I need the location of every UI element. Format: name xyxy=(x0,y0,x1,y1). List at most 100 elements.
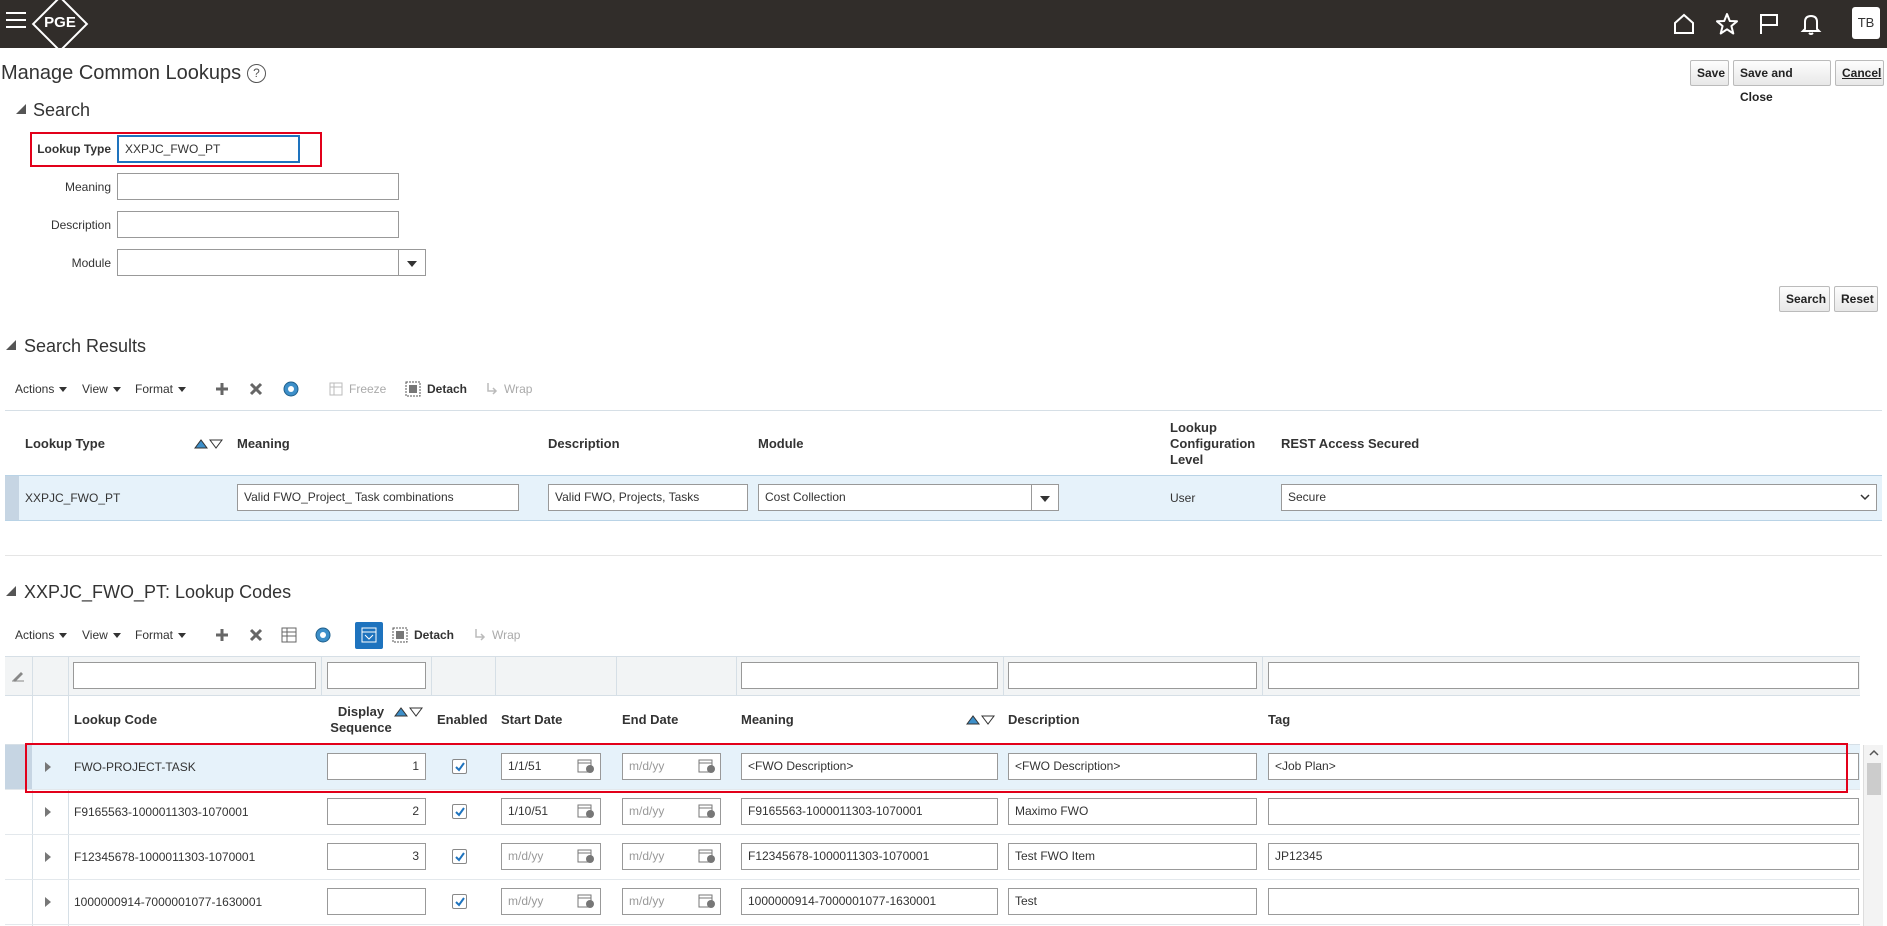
col-enabled[interactable]: Enabled xyxy=(437,712,488,727)
star-icon[interactable] xyxy=(1713,10,1741,38)
col-lookup-code[interactable]: Lookup Code xyxy=(74,712,157,727)
col-description[interactable]: Description xyxy=(1008,712,1080,727)
calendar-icon[interactable] xyxy=(577,848,595,864)
collapse-search-icon[interactable] xyxy=(16,104,26,114)
query-by-example-icon[interactable] xyxy=(282,380,300,398)
hamburger-menu-icon[interactable] xyxy=(6,12,26,30)
filter-tag[interactable] xyxy=(1268,662,1859,689)
detach-button[interactable]: Detach xyxy=(427,382,467,396)
module-dropdown-icon[interactable] xyxy=(398,250,425,275)
module-select[interactable] xyxy=(117,249,426,276)
reset-button[interactable]: Reset xyxy=(1834,286,1878,312)
user-avatar[interactable]: TB xyxy=(1852,7,1880,39)
tag-input[interactable] xyxy=(1268,888,1859,915)
col-config-level[interactable]: Lookup Configuration Level xyxy=(1170,420,1255,468)
meaning-input[interactable]: 1000000914-7000001077-1630001 xyxy=(741,888,998,915)
tag-input[interactable] xyxy=(1268,798,1859,825)
calendar-icon[interactable] xyxy=(698,893,716,909)
col-lookup-type[interactable]: Lookup Type xyxy=(25,436,105,451)
display-sequence-input[interactable]: 3 xyxy=(327,843,426,870)
delete-icon[interactable] xyxy=(249,628,263,642)
start-date-input[interactable]: 1/10/51 xyxy=(501,798,601,825)
display-sequence-input[interactable]: 2 xyxy=(327,798,426,825)
meaning-input[interactable]: F12345678-1000011303-1070001 xyxy=(741,843,998,870)
detach-icon[interactable] xyxy=(392,627,408,643)
end-date-input[interactable]: m/d/yy xyxy=(622,888,721,915)
delete-icon[interactable] xyxy=(249,382,263,396)
scroll-up-icon[interactable] xyxy=(1869,749,1879,756)
end-date-input[interactable]: m/d/yy xyxy=(622,798,721,825)
clear-filter-icon[interactable] xyxy=(11,668,25,682)
enabled-checkbox[interactable] xyxy=(452,849,467,864)
home-icon[interactable] xyxy=(1670,10,1698,38)
results-actions-menu[interactable]: Actions xyxy=(15,382,68,396)
lookup-type-input[interactable]: XXPJC_FWO_PT xyxy=(117,135,300,163)
help-icon[interactable]: ? xyxy=(247,64,266,83)
sort-icon[interactable] xyxy=(394,705,424,717)
filter-description[interactable] xyxy=(1008,662,1257,689)
results-view-menu[interactable]: View xyxy=(82,382,121,396)
start-date-input[interactable]: m/d/yy xyxy=(501,843,601,870)
result-module-select[interactable]: Cost Collection xyxy=(758,484,1059,511)
sort-icon[interactable] xyxy=(966,713,996,725)
description-input[interactable]: Test FWO Item xyxy=(1008,843,1257,870)
module-dropdown-icon[interactable] xyxy=(1031,485,1058,510)
meaning-input[interactable]: F9165563-1000011303-1070001 xyxy=(741,798,998,825)
description-input[interactable]: Maximo FWO xyxy=(1008,798,1257,825)
detach-icon[interactable] xyxy=(405,381,421,397)
scroll-thumb[interactable] xyxy=(1867,763,1881,795)
add-icon[interactable] xyxy=(215,628,229,642)
calendar-icon[interactable] xyxy=(577,893,595,909)
codes-format-menu[interactable]: Format xyxy=(135,628,187,642)
sort-icon[interactable] xyxy=(194,437,224,449)
tag-input[interactable]: JP12345 xyxy=(1268,843,1859,870)
save-button[interactable]: Save xyxy=(1690,60,1729,86)
description-input[interactable] xyxy=(117,211,399,238)
duplicate-icon[interactable] xyxy=(281,627,297,643)
start-date-input[interactable]: m/d/yy xyxy=(501,888,601,915)
filter-toggle-button[interactable] xyxy=(355,622,383,649)
calendar-icon[interactable] xyxy=(698,848,716,864)
detach-button[interactable]: Detach xyxy=(414,628,454,642)
col-end-date[interactable]: End Date xyxy=(622,712,678,727)
filter-meaning[interactable] xyxy=(741,662,998,689)
vertical-scrollbar[interactable] xyxy=(1863,745,1883,926)
expand-row-icon[interactable] xyxy=(45,807,51,817)
col-display-sequence[interactable]: Display Sequence xyxy=(327,704,395,736)
expand-row-icon[interactable] xyxy=(45,897,51,907)
calendar-icon[interactable] xyxy=(698,803,716,819)
meaning-input[interactable] xyxy=(117,173,399,200)
col-rest-access[interactable]: REST Access Secured xyxy=(1281,436,1419,451)
filter-lookup-code[interactable] xyxy=(73,662,316,689)
col-tag[interactable]: Tag xyxy=(1268,712,1290,727)
expand-row-icon[interactable] xyxy=(45,852,51,862)
cancel-button[interactable]: Cancel xyxy=(1835,60,1884,86)
col-meaning[interactable]: Meaning xyxy=(237,436,290,451)
enabled-checkbox[interactable] xyxy=(452,894,467,909)
bell-icon[interactable] xyxy=(1797,10,1825,38)
collapse-codes-icon[interactable] xyxy=(6,586,16,596)
codes-actions-menu[interactable]: Actions xyxy=(15,628,68,642)
query-by-example-icon[interactable] xyxy=(314,626,332,644)
calendar-icon[interactable] xyxy=(577,803,595,819)
col-description[interactable]: Description xyxy=(548,436,620,451)
flag-icon[interactable] xyxy=(1755,10,1783,38)
row-selector[interactable] xyxy=(5,476,19,520)
results-format-menu[interactable]: Format xyxy=(135,382,187,396)
description-input[interactable]: Test xyxy=(1008,888,1257,915)
filter-display-sequence[interactable] xyxy=(327,662,426,689)
end-date-input[interactable]: m/d/yy xyxy=(622,843,721,870)
collapse-results-icon[interactable] xyxy=(6,340,16,350)
col-start-date[interactable]: Start Date xyxy=(501,712,562,727)
col-meaning[interactable]: Meaning xyxy=(741,712,794,727)
result-meaning-input[interactable]: Valid FWO_Project_ Task combinations xyxy=(237,484,519,511)
codes-view-menu[interactable]: View xyxy=(82,628,121,642)
save-and-close-button[interactable]: Save and Close xyxy=(1733,60,1831,104)
display-sequence-input[interactable] xyxy=(327,888,426,915)
pge-logo[interactable]: PGE xyxy=(31,0,89,53)
result-rest-select[interactable]: Secure xyxy=(1281,484,1877,511)
add-icon[interactable] xyxy=(215,382,229,396)
enabled-checkbox[interactable] xyxy=(452,804,467,819)
result-description-input[interactable]: Valid FWO, Projects, Tasks xyxy=(548,484,748,511)
col-module[interactable]: Module xyxy=(758,436,804,451)
